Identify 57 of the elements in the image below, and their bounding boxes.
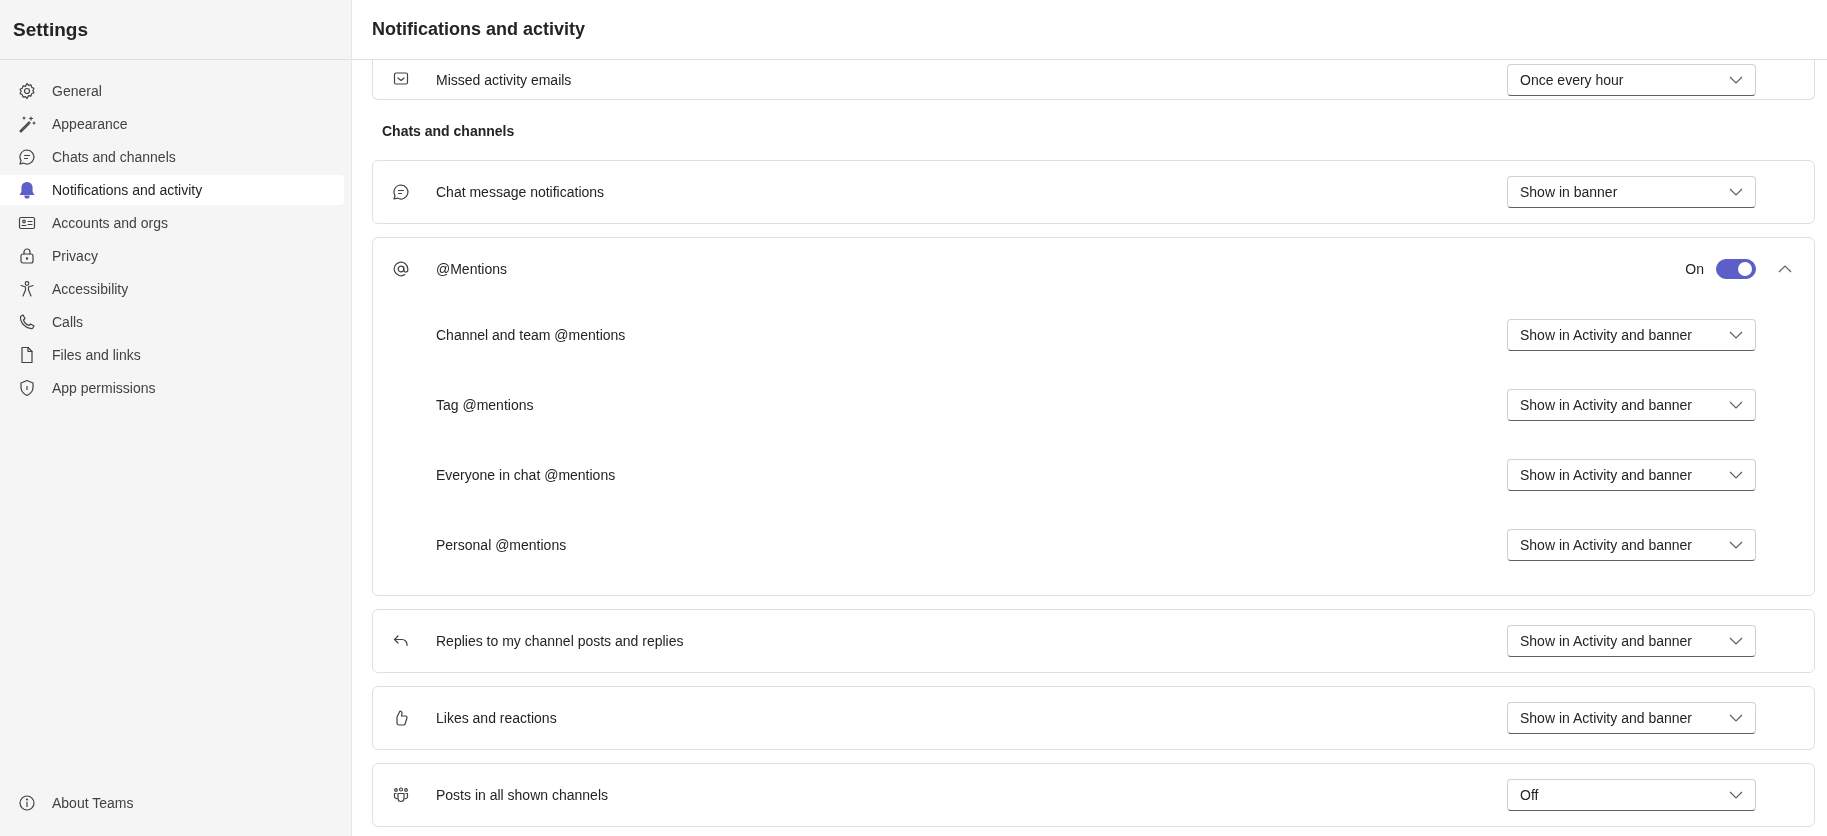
setting-label: Everyone in chat @mentions	[436, 467, 617, 483]
chevron-down-icon	[1729, 188, 1743, 196]
setting-label: Tag @mentions	[436, 397, 535, 413]
shield-icon	[17, 378, 37, 398]
dropdown[interactable]: Show in Activity and banner	[1507, 625, 1756, 657]
nav-item[interactable]: Files and links	[0, 340, 344, 370]
chevron-down-icon	[1729, 75, 1743, 84]
dropdown[interactable]: Off	[1507, 779, 1756, 811]
dropdown[interactable]: Show in Activity and banner	[1507, 389, 1756, 421]
nav-item[interactable]: Chats and channels	[0, 142, 344, 172]
nav-item[interactable]: Calls	[0, 307, 344, 337]
settings-icon	[17, 81, 37, 101]
setting-label: Chat message notifications	[436, 184, 606, 200]
chevron-down-icon	[1729, 714, 1743, 722]
setting-label: Likes and reactions	[436, 710, 558, 726]
info-icon	[17, 793, 37, 813]
nav-item[interactable]: About Teams	[0, 788, 344, 818]
phone-icon	[17, 312, 37, 332]
page-title: Notifications and activity	[372, 19, 586, 40]
chevron-down-icon	[1729, 541, 1743, 549]
bell-icon	[17, 180, 37, 200]
nav-item[interactable]: Accessibility	[0, 274, 344, 304]
chevron-down-icon	[1729, 471, 1743, 479]
dropdown[interactable]: Once every hour	[1507, 63, 1756, 96]
nav-item[interactable]: Privacy	[0, 241, 344, 271]
lock-icon	[17, 246, 37, 266]
dropdown[interactable]: Show in Activity and banner	[1507, 529, 1756, 561]
toggle-label: On	[1685, 261, 1704, 277]
setting-label: Channel and team @mentions	[436, 327, 627, 343]
nav-item[interactable]: App permissions	[0, 373, 344, 403]
toggle-switch[interactable]	[1716, 259, 1756, 279]
dropdown[interactable]: Show in Activity and banner	[1507, 459, 1756, 491]
nav-item[interactable]: General	[0, 76, 344, 106]
setting-label: Personal @mentions	[436, 537, 568, 553]
nav-item[interactable]: Notifications and activity	[0, 175, 344, 205]
sidebar-title: Settings	[13, 18, 88, 41]
people-group-icon	[391, 785, 411, 805]
dropdown[interactable]: Show in Activity and banner	[1507, 702, 1756, 734]
setting-label: Posts in all shown channels	[436, 787, 609, 803]
chat-bubble-icon	[391, 182, 411, 202]
chevron-down-icon	[1729, 331, 1743, 339]
chevron-down-icon	[1729, 401, 1743, 409]
nav-item[interactable]: Appearance	[0, 109, 344, 139]
dropdown[interactable]: Show in banner	[1507, 176, 1756, 208]
setting-label: Replies to my channel posts and replies	[436, 633, 685, 649]
setting-label: @Mentions	[436, 261, 509, 277]
dropdown[interactable]: Show in Activity and banner	[1507, 319, 1756, 351]
magic-wand-icon	[17, 114, 37, 134]
at-sign-icon	[391, 259, 411, 279]
chat-bubble-icon	[17, 147, 37, 167]
section-heading: Chats and channels	[382, 122, 516, 140]
chevron-up-icon[interactable]	[1778, 265, 1792, 273]
chevron-down-icon	[1729, 791, 1743, 799]
chevron-down-icon	[1729, 637, 1743, 645]
accessibility-icon	[17, 279, 37, 299]
setting-label: Missed activity emails	[436, 71, 573, 88]
nav-item[interactable]: Accounts and orgs	[0, 208, 344, 238]
